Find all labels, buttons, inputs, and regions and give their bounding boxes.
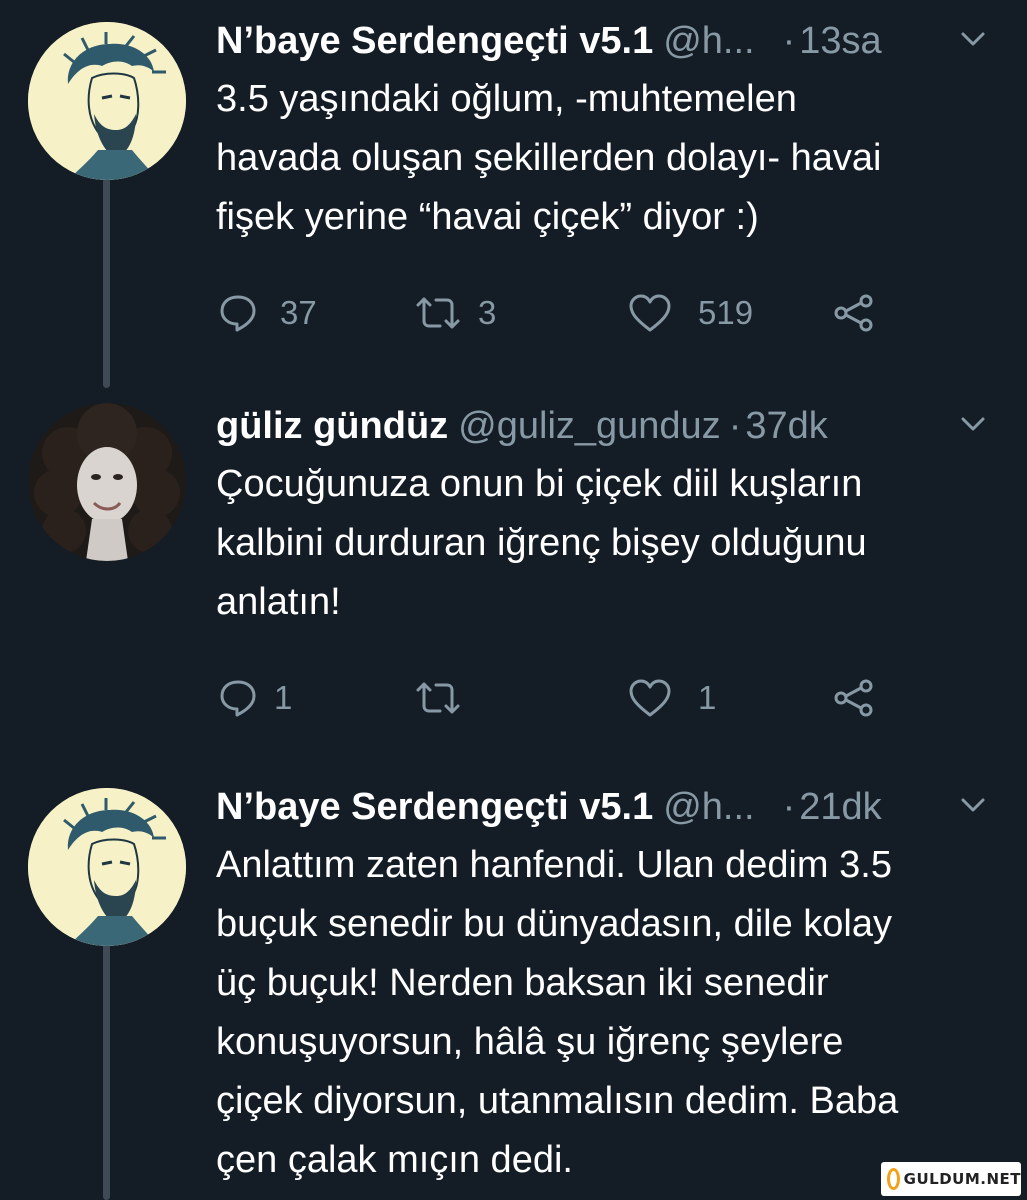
bearded-man-illustration-icon <box>28 22 186 180</box>
reply-button[interactable]: 37 <box>218 288 317 338</box>
tweet-text-line: havada oluşan şekillerden dolayı- havai <box>216 137 882 179</box>
tweet-text-line: buçuk senedir bu dünyadasın, dile kolay <box>216 903 893 945</box>
tweet-header: N’baye Serdengeçti v5.1 @h... · 13sa <box>216 18 1006 64</box>
chevron-down-icon[interactable] <box>960 415 986 433</box>
bearded-man-illustration-icon <box>28 788 186 946</box>
tweet-text-line: fişek yerine “havai çiçek” diyor :) <box>216 196 759 238</box>
retweet-arrows-icon <box>416 682 460 714</box>
thread-line <box>103 938 110 1200</box>
tweet-text: 3.5 yaşındaki oğlum, -muhtemelen havada … <box>216 70 1006 247</box>
timestamp[interactable]: 21dk <box>799 784 881 830</box>
tweet-text: Anlattım zaten hanfendi. Ulan dedim 3.5 … <box>216 836 1006 1190</box>
timestamp[interactable]: 13sa <box>799 18 881 64</box>
tweet-text-line: kalbini durduran iğrenç bişey olduğunu <box>216 522 867 564</box>
share-button[interactable] <box>832 288 876 338</box>
user-handle[interactable]: @h... <box>663 18 754 64</box>
reply-button[interactable]: 1 <box>218 673 292 723</box>
like-button[interactable]: 519 <box>628 288 753 338</box>
thread-line <box>103 178 110 388</box>
heart-outline-icon <box>629 679 671 717</box>
separator-dot: · <box>782 20 796 62</box>
woman-curly-hair-photo-icon <box>28 403 186 561</box>
retweet-button[interactable] <box>414 673 462 723</box>
watermark-text: GULDUM.NET <box>903 1170 1021 1188</box>
display-name[interactable]: güliz gündüz <box>216 403 448 449</box>
watermark-logo-icon <box>887 1168 900 1190</box>
avatar[interactable] <box>28 403 186 561</box>
avatar[interactable] <box>28 788 186 946</box>
speech-bubble-icon <box>220 295 256 332</box>
user-handle[interactable]: @guliz_gunduz <box>458 403 721 449</box>
separator-dot: · <box>782 786 796 828</box>
chevron-down-icon[interactable] <box>960 30 986 48</box>
user-handle[interactable]: @h... <box>663 784 754 830</box>
tweet-actions: 37 3 519 <box>216 288 916 338</box>
tweet-text-line: üç buçuk! Nerden baksan iki senedir <box>216 962 829 1004</box>
reply-count: 1 <box>274 679 293 716</box>
share-nodes-icon <box>834 294 873 332</box>
watermark: GULDUM.NET <box>881 1162 1021 1196</box>
heart-outline-icon <box>629 294 671 332</box>
tweet-actions: 1 1 <box>216 673 916 723</box>
tweet-text-line: Anlattım zaten hanfendi. Ulan dedim 3.5 <box>216 844 892 886</box>
tweet-thread: N’baye Serdengeçti v5.1 @h... · 13sa 3.5 ya… <box>0 0 1027 1200</box>
avatar[interactable] <box>28 22 186 180</box>
tweet-text-line: anlatın! <box>216 581 341 623</box>
timestamp[interactable]: 37dk <box>745 403 827 449</box>
separator-dot: · <box>728 405 742 447</box>
like-count: 519 <box>698 294 754 331</box>
tweet-text-line: konuşuyorsun, hâlâ şu iğrenç şeylere <box>216 1021 844 1063</box>
tweet-text-line: 3.5 yaşındaki oğlum, -muhtemelen <box>216 78 797 120</box>
share-nodes-icon <box>834 679 873 717</box>
tweet-header: N’baye Serdengeçti v5.1 @h... · 21dk <box>216 784 1006 830</box>
like-count: 1 <box>698 679 717 716</box>
retweet-arrows-icon <box>416 297 460 329</box>
like-button[interactable]: 1 <box>628 673 716 723</box>
share-button[interactable] <box>832 673 876 723</box>
display-name[interactable]: N’baye Serdengeçti v5.1 <box>216 18 653 64</box>
tweet-header: güliz gündüz @guliz_gunduz · 37dk <box>216 403 1006 449</box>
tweet-text: Çocuğunuza onun bi çiçek diil kuşların k… <box>216 455 1006 632</box>
retweet-button[interactable]: 3 <box>414 288 496 338</box>
speech-bubble-icon <box>220 680 256 717</box>
reply-count: 37 <box>280 294 317 331</box>
tweet-text-line: Çocuğunuza onun bi çiçek diil kuşların <box>216 463 863 505</box>
display-name[interactable]: N’baye Serdengeçti v5.1 <box>216 784 653 830</box>
chevron-down-icon[interactable] <box>960 796 986 814</box>
retweet-count: 3 <box>478 294 497 331</box>
tweet-text-line: çiçek diyorsun, utanmalısın dedim. Baba <box>216 1080 899 1122</box>
